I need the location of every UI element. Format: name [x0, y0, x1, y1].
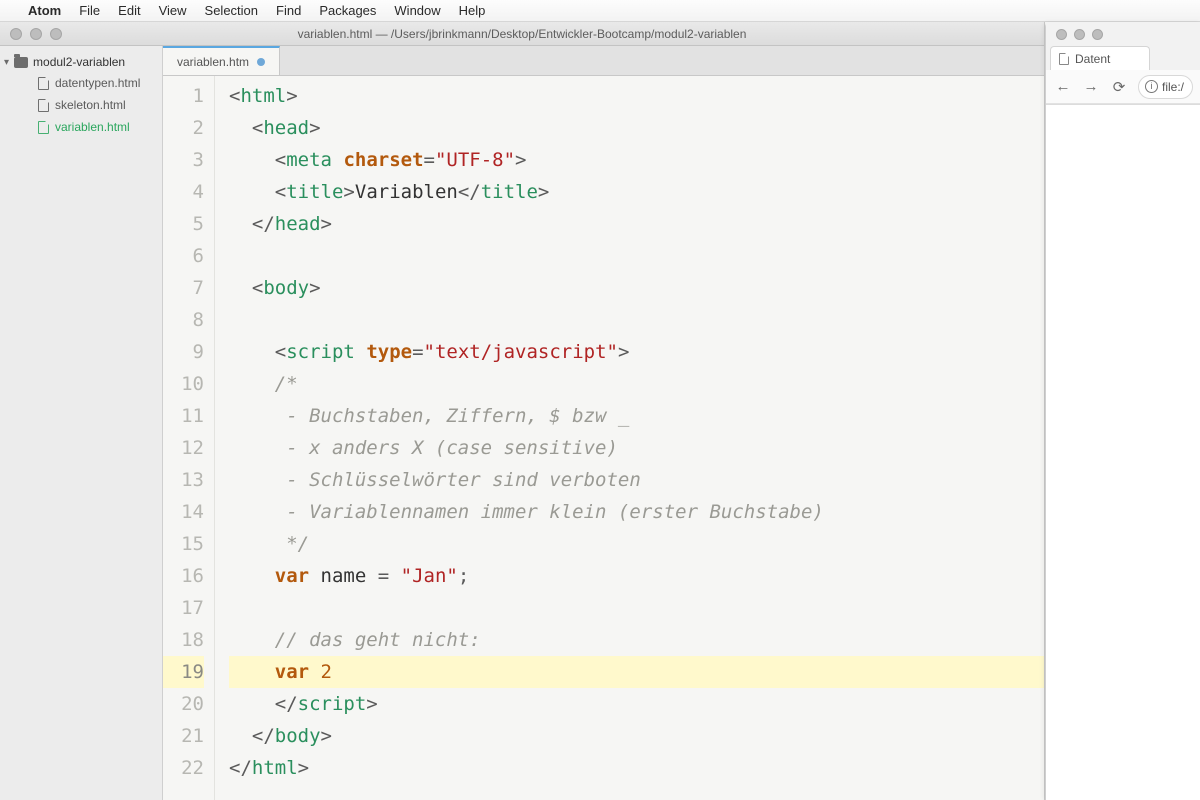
document-icon	[1059, 53, 1069, 65]
zoom-window-button[interactable]	[50, 28, 62, 40]
browser-chrome: Datent ← → ⟳ i file:/	[1046, 22, 1200, 105]
editor-tab-active[interactable]: variablen.htm	[163, 46, 280, 75]
menu-window[interactable]: Window	[394, 3, 440, 18]
code-line[interactable]: */	[229, 528, 1044, 560]
file-icon	[38, 99, 49, 112]
code-line[interactable]: - Variablennamen immer klein (erster Buc…	[229, 496, 1044, 528]
code-area[interactable]: <html> <head> <meta charset="UTF-8"> <ti…	[215, 76, 1044, 800]
code-line[interactable]: // das geht nicht:	[229, 624, 1044, 656]
code-line[interactable]: <head>	[229, 112, 1044, 144]
menu-file[interactable]: File	[79, 3, 100, 18]
browser-window-controls	[1046, 22, 1200, 44]
tree-file-label: variablen.html	[55, 120, 130, 134]
code-line[interactable]: </script>	[229, 688, 1044, 720]
folder-icon	[14, 57, 28, 68]
forward-button[interactable]: →	[1082, 78, 1100, 95]
reload-button[interactable]: ⟳	[1110, 78, 1128, 96]
code-line[interactable]: </html>	[229, 752, 1044, 784]
code-line[interactable]: <meta charset="UTF-8">	[229, 144, 1044, 176]
browser-close-button[interactable]	[1056, 29, 1067, 40]
code-line[interactable]: var name = "Jan";	[229, 560, 1044, 592]
code-line[interactable]: <title>Variablen</title>	[229, 176, 1044, 208]
menu-edit[interactable]: Edit	[118, 3, 140, 18]
browser-window: Datent ← → ⟳ i file:/	[1045, 22, 1200, 800]
address-bar-text: file:/	[1162, 80, 1184, 94]
tab-label: variablen.htm	[177, 55, 249, 69]
code-line[interactable]: - x anders X (case sensitive)	[229, 432, 1044, 464]
text-editor[interactable]: 12345678910111213141516171819202122 <htm…	[163, 76, 1044, 800]
menu-view[interactable]: View	[159, 3, 187, 18]
code-line[interactable]: </body>	[229, 720, 1044, 752]
browser-minimize-button[interactable]	[1074, 29, 1085, 40]
browser-tab-label: Datent	[1075, 52, 1110, 66]
code-line[interactable]: <body>	[229, 272, 1044, 304]
code-line[interactable]	[229, 304, 1044, 336]
close-window-button[interactable]	[10, 28, 22, 40]
code-line[interactable]: - Schlüsselwörter sind verboten	[229, 464, 1044, 496]
menu-find[interactable]: Find	[276, 3, 301, 18]
editor-pane: variablen.htm 12345678910111213141516171…	[163, 46, 1044, 800]
tree-file-label: skeleton.html	[55, 98, 126, 112]
menu-selection[interactable]: Selection	[205, 3, 258, 18]
code-line[interactable]: </head>	[229, 208, 1044, 240]
back-button[interactable]: ←	[1054, 78, 1072, 95]
code-line[interactable]	[229, 592, 1044, 624]
menu-packages[interactable]: Packages	[319, 3, 376, 18]
code-line[interactable]	[229, 240, 1044, 272]
tree-file[interactable]: skeleton.html	[0, 94, 162, 116]
disclosure-triangle-icon[interactable]: ▾	[4, 57, 9, 68]
window-titlebar[interactable]: variablen.html — /Users/jbrinkmann/Deskt…	[0, 22, 1044, 46]
tree-file[interactable]: variablen.html	[0, 116, 162, 138]
menu-help[interactable]: Help	[459, 3, 486, 18]
window-controls	[0, 28, 62, 40]
tree-view[interactable]: ▾ modul2-variablen datentypen.html skelet…	[0, 46, 163, 800]
tree-file-label: datentypen.html	[55, 76, 140, 90]
line-number-gutter[interactable]: 12345678910111213141516171819202122	[163, 76, 215, 800]
mac-menubar[interactable]: Atom File Edit View Selection Find Packa…	[0, 0, 1200, 22]
browser-toolbar: ← → ⟳ i file:/	[1046, 70, 1200, 104]
atom-window: variablen.html — /Users/jbrinkmann/Deskt…	[0, 22, 1045, 800]
project-root[interactable]: ▾ modul2-variablen	[0, 52, 162, 72]
tab-modified-indicator-icon	[257, 58, 265, 66]
file-icon	[38, 121, 49, 134]
browser-tab[interactable]: Datent	[1050, 46, 1150, 70]
code-line[interactable]: <html>	[229, 80, 1044, 112]
file-icon	[38, 77, 49, 90]
code-line[interactable]: <script type="text/javascript">	[229, 336, 1044, 368]
project-root-label: modul2-variablen	[33, 55, 125, 69]
menu-app-name[interactable]: Atom	[28, 3, 61, 18]
window-title: variablen.html — /Users/jbrinkmann/Deskt…	[0, 27, 1044, 41]
minimize-window-button[interactable]	[30, 28, 42, 40]
tree-file[interactable]: datentypen.html	[0, 72, 162, 94]
tab-bar[interactable]: variablen.htm	[163, 46, 1044, 76]
address-bar[interactable]: i file:/	[1138, 75, 1193, 99]
code-line[interactable]: /*	[229, 368, 1044, 400]
site-info-icon[interactable]: i	[1145, 80, 1158, 93]
code-line[interactable]: var 2	[229, 656, 1044, 688]
code-line[interactable]: - Buchstaben, Ziffern, $ bzw _	[229, 400, 1044, 432]
browser-zoom-button[interactable]	[1092, 29, 1103, 40]
